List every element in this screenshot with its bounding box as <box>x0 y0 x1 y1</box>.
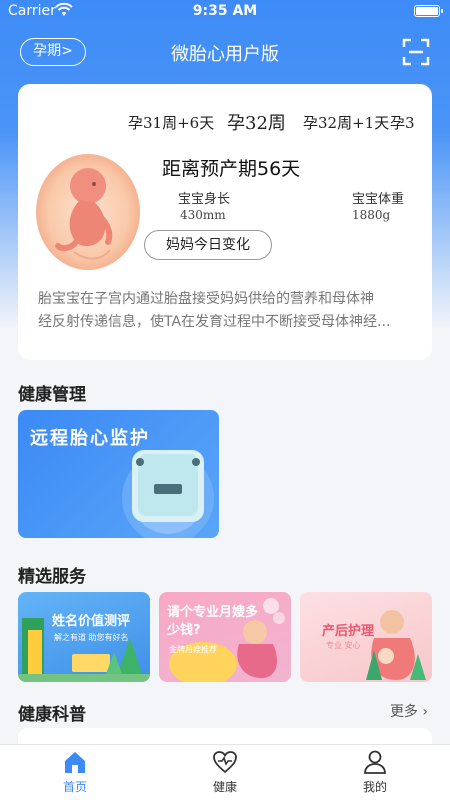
status-bar: Carrier 9:35 AM <box>0 0 450 24</box>
person-icon <box>364 750 386 774</box>
more-label: 更多 <box>389 704 418 720</box>
description-line: 胎宝宝在子宫内通过胎盘接受妈妈供给的营养和母体神 <box>38 291 374 307</box>
service-subtitle: 解之有道 助您有好名 <box>54 633 129 642</box>
tab-home[interactable]: 首页 <box>35 749 115 795</box>
app-title: 微胎心用户版 <box>171 44 279 65</box>
fetal-monitor-device-icon <box>122 450 214 538</box>
pregnancy-card: 孕31周+6天 孕32周 孕32周+1天 孕3 距离预产期56天 宝宝身长 43… <box>18 84 432 360</box>
remote-fetal-monitor-card[interactable]: 远程胎心监护 <box>18 410 219 538</box>
service-card-nanny[interactable]: 请个专业月嫂多少钱? 金牌月嫂推荐 <box>159 592 291 682</box>
services-row: 姓名价值测评 解之有道 助您有好名 请个专业月嫂多少钱? 金牌月嫂推荐 产后护理… <box>18 592 432 682</box>
week-item[interactable]: 孕31周+6天 <box>128 112 214 133</box>
more-link[interactable]: 更多 › <box>390 701 428 721</box>
due-countdown: 距离预产期56天 <box>162 158 301 180</box>
tab-label: 我的 <box>362 780 387 794</box>
service-card-name-evaluation[interactable]: 姓名价值测评 解之有道 助您有好名 <box>18 592 150 682</box>
bottom-tab-bar: 首页 健康 我的 <box>0 744 450 800</box>
service-title: 产后护理 <box>322 624 375 639</box>
home-icon <box>65 752 85 773</box>
week-item[interactable]: 孕32周+1天 <box>303 112 389 133</box>
tab-label: 健康 <box>212 780 237 794</box>
scan-icon[interactable] <box>402 38 430 66</box>
service-subtitle: 金牌月嫂推荐 <box>169 645 217 654</box>
service-subtitle: 专业 安心 <box>326 641 361 650</box>
service-card-postpartum[interactable]: 产后护理 专业 安心 <box>300 592 432 682</box>
baby-weight-label: 宝宝体重 <box>352 192 405 207</box>
development-description[interactable]: 胎宝宝在子宫内通过胎盘接受妈妈供给的营养和母体神 经反射传递信息，使TA在发育过… <box>38 288 416 334</box>
tab-label: 首页 <box>62 780 87 794</box>
tab-health[interactable]: 健康 <box>185 749 265 795</box>
health-science-title: 健康科普 <box>18 705 86 725</box>
battery-icon <box>414 5 443 17</box>
week-item[interactable]: 孕3 <box>390 112 415 133</box>
fetus-illustration <box>36 154 140 270</box>
week-selector: 孕31周+6天 孕32周 孕32周+1天 孕3 <box>18 108 432 135</box>
tab-profile[interactable]: 我的 <box>335 749 415 795</box>
services-title: 精选服务 <box>18 567 86 587</box>
health-management-title: 健康管理 <box>18 385 86 405</box>
service-title: 姓名价值测评 <box>52 614 131 629</box>
description-line: 经反射传递信息，使TA在发育过程中不断接受母体神经... <box>38 314 391 330</box>
service-title: 请个专业月嫂多少钱? <box>167 605 259 638</box>
week-item-selected[interactable]: 孕32周 <box>227 109 286 135</box>
baby-weight-value: 1880g <box>352 208 391 222</box>
mama-changes-button[interactable]: 妈妈今日变化 <box>144 230 272 260</box>
baby-length-label: 宝宝身长 <box>178 192 231 207</box>
chevron-right-icon: › <box>422 704 428 720</box>
baby-length-value: 430mm <box>180 208 226 222</box>
heart-pulse-icon <box>213 751 237 774</box>
clock: 9:35 AM <box>192 3 258 19</box>
top-nav: 孕期> 微胎心用户版 <box>0 30 450 74</box>
